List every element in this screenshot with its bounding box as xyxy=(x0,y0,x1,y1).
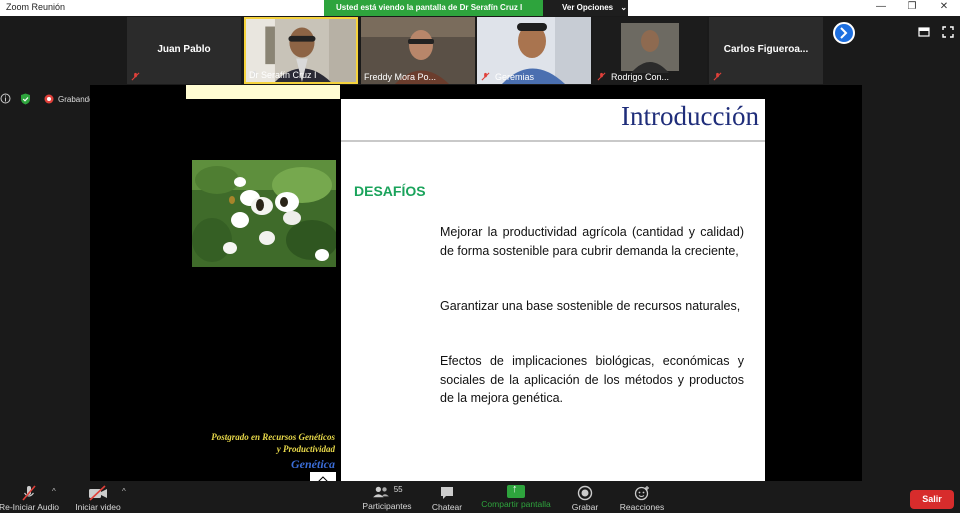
next-participants-button[interactable] xyxy=(833,22,855,44)
participants-count: 55 xyxy=(393,485,403,494)
slide-left-panel xyxy=(90,85,340,481)
participants-button[interactable]: 55 Participantes xyxy=(358,481,416,511)
audio-options-caret[interactable]: ^ xyxy=(52,487,56,496)
shield-icon[interactable] xyxy=(20,93,31,105)
close-button[interactable]: ✕ xyxy=(937,1,951,12)
participant-tile[interactable]: Carlos Figueroa... xyxy=(709,17,823,84)
chat-button[interactable]: Chatear xyxy=(428,481,466,512)
flower-photo xyxy=(192,160,336,267)
recording-icon xyxy=(44,94,54,104)
gallery-view-icon[interactable] xyxy=(918,26,930,38)
participant-name: Carlos Figueroa... xyxy=(723,44,809,55)
slide-title-divider xyxy=(341,140,765,142)
recording-label: Grabando xyxy=(58,95,94,104)
share-screen-button[interactable]: Compartir pantalla xyxy=(478,481,554,509)
app-title: Zoom Reunión xyxy=(6,2,66,12)
participant-name: Dr Serafín Cruz I xyxy=(249,70,317,80)
view-options-label: Ver Opciones xyxy=(562,3,614,12)
view-options-button[interactable]: Ver Opciones ⌄ xyxy=(543,0,628,16)
participants-label: Participantes xyxy=(362,501,412,511)
video-options-caret[interactable]: ^ xyxy=(122,487,126,496)
logo-mark xyxy=(310,472,336,485)
reactions-icon xyxy=(634,486,649,501)
share-screen-label: Compartir pantalla xyxy=(481,499,551,509)
leave-button[interactable]: Salir xyxy=(910,490,954,509)
audio-button[interactable]: Re-Iniciar Audio xyxy=(0,481,60,512)
video-button[interactable]: Iniciar video xyxy=(70,481,126,512)
minimize-button[interactable]: — xyxy=(874,1,888,12)
muted-mic-icon xyxy=(131,72,140,81)
chat-icon xyxy=(441,487,453,499)
muted-mic-icon xyxy=(481,72,490,81)
participants-icon-wrap: 55 xyxy=(358,485,416,501)
slide-paragraph: Garantizar una base sostenible de recurs… xyxy=(440,299,741,313)
record-label: Grabar xyxy=(571,502,599,512)
restore-button[interactable]: ❐ xyxy=(905,1,919,12)
program-name-line1: Postgrado en Recursos Genéticos xyxy=(211,432,335,442)
muted-mic-icon xyxy=(22,485,36,501)
slide-title: Introducción xyxy=(621,101,759,131)
video-label: Iniciar video xyxy=(75,502,121,512)
muted-mic-icon xyxy=(597,72,606,81)
video-off-icon xyxy=(89,485,107,501)
chat-label: Chatear xyxy=(431,502,463,512)
participant-tile-active-speaker[interactable]: Dr Serafín Cruz I xyxy=(244,17,358,84)
participant-name: Rodrigo Con... xyxy=(611,72,670,82)
participant-name: Freddy Mora Po... xyxy=(364,72,437,82)
participant-tile[interactable]: Rodrigo Con... xyxy=(593,17,707,84)
chevron-right-icon xyxy=(840,27,848,39)
fullscreen-icon[interactable] xyxy=(942,26,954,38)
reactions-label: Reacciones xyxy=(619,502,665,512)
chevron-down-icon: ⌄ xyxy=(620,3,628,12)
participant-strip: Juan Pablo Dr Serafín Cruz I Freddy Mora… xyxy=(0,16,960,85)
flower-image xyxy=(192,160,336,267)
share-banner-text: Usted está viendo la pantalla de Dr Sera… xyxy=(336,3,523,12)
record-icon xyxy=(577,485,593,501)
participants-icon xyxy=(373,486,390,498)
slide-heading: DESAFÍOS xyxy=(354,183,426,199)
slide-decoration-bar xyxy=(186,85,340,99)
program-name-genetica: Genética xyxy=(291,457,335,471)
participant-name: Geremias xyxy=(495,72,535,82)
slide-paragraph: Mejorar la productividad agrícola (canti… xyxy=(440,225,744,258)
audio-label: Re-Iniciar Audio xyxy=(0,502,59,512)
participant-tile[interactable]: Juan Pablo xyxy=(127,17,241,84)
muted-mic-icon xyxy=(713,72,722,81)
participant-name: Juan Pablo xyxy=(157,44,211,55)
presentation-slide: Introducción DESAFÍOS Mejorar la product… xyxy=(341,99,765,481)
program-name-line2: y Productividad xyxy=(276,444,335,454)
reactions-button[interactable]: Reacciones xyxy=(618,481,666,512)
share-screen-icon xyxy=(507,483,525,498)
slide-right-margin xyxy=(765,85,862,481)
participant-tile[interactable]: Freddy Mora Po... xyxy=(361,17,475,84)
info-icon[interactable] xyxy=(0,93,11,104)
slide-paragraph: Efectos de implicaciones biológicas, eco… xyxy=(440,354,744,405)
participant-tile[interactable]: Geremias xyxy=(477,17,591,84)
record-button[interactable]: Grabar xyxy=(568,481,602,512)
meeting-toolbar: Re-Iniciar Audio ^ Iniciar video ^ 55 Pa… xyxy=(0,481,960,513)
